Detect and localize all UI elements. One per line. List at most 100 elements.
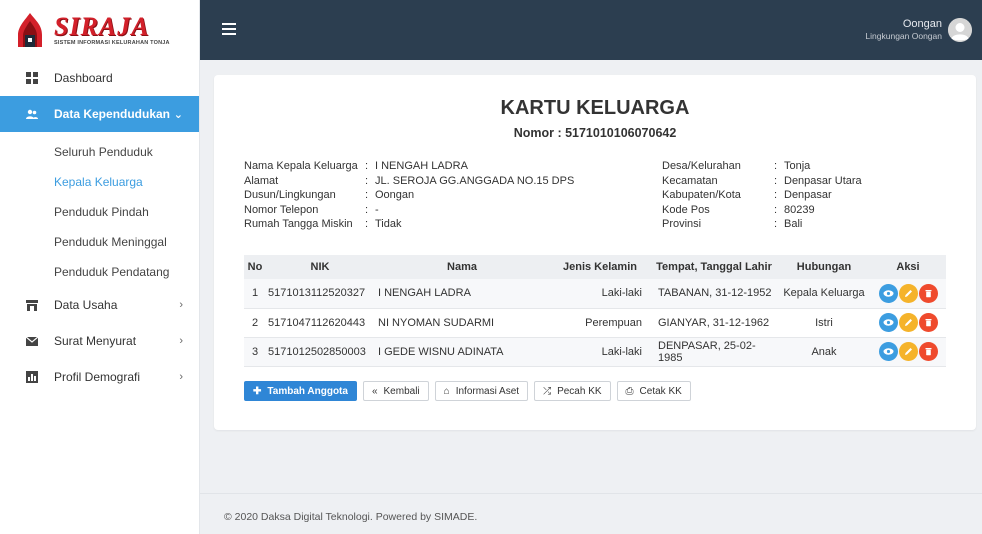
sidebar-item-profil-demografi[interactable]: Profil Demografi › — [0, 359, 199, 395]
button-label: Informasi Aset — [455, 385, 520, 397]
users-icon — [26, 108, 38, 120]
info-value: JL. SEROJA GG.ANGGADA NO.15 DPS — [375, 174, 575, 187]
brand-subtitle: SISTEM INFORMASI KELURAHAN TONJA — [54, 39, 170, 46]
pencil-icon — [904, 319, 912, 326]
delete-button[interactable] — [918, 313, 938, 332]
eye-icon — [883, 348, 893, 355]
cell-ttl: GIANYAR, 31-12-1962 — [650, 308, 778, 338]
trash-icon — [925, 348, 931, 356]
info-value: I NENGAH LADRA — [375, 160, 468, 172]
shuffle-icon: ⤮ — [543, 385, 552, 397]
table-row: 2 5171047112620443 NI NYOMAN SUDARMI Per… — [244, 308, 946, 338]
kartu-keluarga-card: KARTU KELUARGA Nomor : 5171010106070642 … — [214, 75, 976, 430]
mail-icon — [25, 335, 39, 347]
add-member-button[interactable]: ✚ Tambah Anggota — [244, 381, 357, 401]
info-row: Provinsi: Bali — [662, 217, 862, 232]
cell-nama: NI NYOMAN SUDARMI — [374, 308, 550, 338]
info-value: Tonja — [784, 160, 811, 172]
user-menu[interactable]: Oongan Lingkungan Oongan — [865, 18, 972, 42]
sidebar-subitem-penduduk-meninggal[interactable]: Penduduk Meninggal — [0, 227, 199, 257]
info-separator: : — [365, 218, 369, 230]
cell-jenis-kelamin: Laki-laki — [550, 337, 650, 367]
info-label: Kecamatan — [662, 174, 718, 187]
info-label: Desa/Kelurahan — [662, 160, 741, 172]
info-label: Alamat — [244, 174, 279, 187]
footer-text: © 2020 Daksa Digital Teknologi. Powered … — [224, 511, 478, 523]
plus-icon: ✚ — [253, 385, 262, 397]
cell-nik: 5171047112620443 — [266, 308, 374, 338]
footer: © 2020 Daksa Digital Teknologi. Powered … — [200, 493, 982, 534]
store-icon — [26, 299, 38, 311]
brand-logo-text: SIRAJA — [54, 11, 150, 41]
topbar: Oongan Lingkungan Oongan — [200, 0, 982, 60]
kk-info-right: Desa/Kelurahan: Tonja Kecamatan: Denpasar … — [662, 159, 862, 232]
avatar[interactable] — [948, 18, 972, 42]
view-button[interactable] — [878, 283, 898, 303]
column-header: Tempat, Tanggal Lahir — [650, 255, 778, 279]
table-row: 3 5171012502850003 I GEDE WISNU ADINATA … — [244, 337, 946, 367]
info-value: Oongan — [375, 189, 415, 201]
sidebar-item-surat-menyurat[interactable]: Surat Menyurat › — [0, 323, 199, 359]
info-row: Kabupaten/Kota: Denpasar — [662, 188, 862, 203]
home-icon: ⌂ — [443, 385, 450, 397]
cell-nik: 5171012502850003 — [266, 337, 374, 367]
column-header: Nama — [374, 255, 550, 279]
info-separator: : — [365, 160, 369, 172]
cell-no: 1 — [244, 279, 266, 309]
chevron-right-icon: › — [179, 299, 183, 311]
button-label: Pecah KK — [557, 385, 602, 397]
sidebar-item-data-usaha[interactable]: Data Usaha › — [0, 287, 199, 323]
info-value: - — [375, 203, 379, 216]
trash-icon — [925, 289, 931, 297]
cell-hubungan: Anak — [778, 337, 870, 367]
pencil-icon — [904, 348, 912, 355]
pencil-icon — [904, 289, 912, 297]
chevron-down-icon: ⌄ — [173, 108, 183, 121]
view-button[interactable] — [878, 313, 898, 332]
info-separator: : — [774, 218, 778, 230]
info-separator: : — [774, 189, 778, 201]
cell-nama: I GEDE WISNU ADINATA — [374, 337, 550, 367]
info-label: Dusun/Lingkungan — [244, 189, 336, 201]
sidebar-item-dashboard[interactable]: Dashboard — [0, 60, 199, 96]
sidebar-subitem-label: Penduduk Pindah — [54, 205, 149, 219]
edit-button[interactable] — [898, 313, 918, 332]
cell-aksi — [870, 337, 946, 367]
trash-icon — [925, 319, 931, 327]
chevron-right-icon: › — [179, 371, 183, 383]
asset-info-button[interactable]: ⌂ Informasi Aset — [434, 381, 529, 401]
sidebar-item-data-kependudukan[interactable]: Data Kependudukan ⌄ — [0, 96, 199, 132]
cell-ttl: DENPASAR, 25-02-1985 — [650, 337, 778, 367]
brand[interactable]: SIRAJA SISTEM INFORMASI KELURAHAN TONJA — [0, 0, 199, 60]
delete-button[interactable] — [918, 342, 938, 361]
sidebar-subitem-penduduk-pindah[interactable]: Penduduk Pindah — [0, 197, 199, 227]
delete-button[interactable] — [918, 283, 938, 303]
info-row: Desa/Kelurahan: Tonja — [662, 159, 862, 174]
edit-button[interactable] — [898, 283, 918, 303]
info-row: Nomor Telepon: - — [244, 203, 574, 218]
sidebar-subitem-seluruh-penduduk[interactable]: Seluruh Penduduk — [0, 137, 199, 167]
cell-hubungan: Kepala Keluarga — [778, 279, 870, 309]
print-kk-button[interactable]: ⎙ Cetak KK — [616, 381, 691, 401]
column-header: NIK — [266, 255, 374, 279]
info-row: Dusun/Lingkungan: Oongan — [244, 188, 574, 203]
menu-toggle-icon[interactable] — [222, 23, 236, 35]
sidebar-subitem-kepala-keluarga[interactable]: Kepala Keluarga — [0, 167, 199, 197]
column-header: No — [244, 255, 266, 279]
edit-button[interactable] — [898, 342, 918, 361]
info-row: Alamat: JL. SEROJA GG.ANGGADA NO.15 DPS — [244, 174, 574, 189]
info-separator: : — [365, 189, 369, 201]
sidebar: SIRAJA SISTEM INFORMASI KELURAHAN TONJA … — [0, 0, 200, 534]
view-button[interactable] — [878, 342, 898, 361]
button-label: Tambah Anggota — [267, 385, 348, 397]
info-separator: : — [774, 203, 778, 216]
sidebar-menu: Dashboard Data Kependudukan ⌄ Seluruh Pe… — [0, 60, 199, 395]
info-label: Kabupaten/Kota — [662, 189, 741, 201]
split-kk-button[interactable]: ⤮ Pecah KK — [534, 381, 611, 401]
info-value: Denpasar — [784, 189, 832, 201]
info-label: Nama Kepala Keluarga — [244, 160, 358, 172]
back-button[interactable]: « Kembali — [362, 381, 429, 401]
sidebar-subitem-penduduk-pendatang[interactable]: Penduduk Pendatang — [0, 257, 199, 287]
double-chevron-left-icon: « — [371, 385, 378, 397]
kk-info-left: Nama Kepala Keluarga: I NENGAH LADRA Alam… — [244, 159, 574, 232]
